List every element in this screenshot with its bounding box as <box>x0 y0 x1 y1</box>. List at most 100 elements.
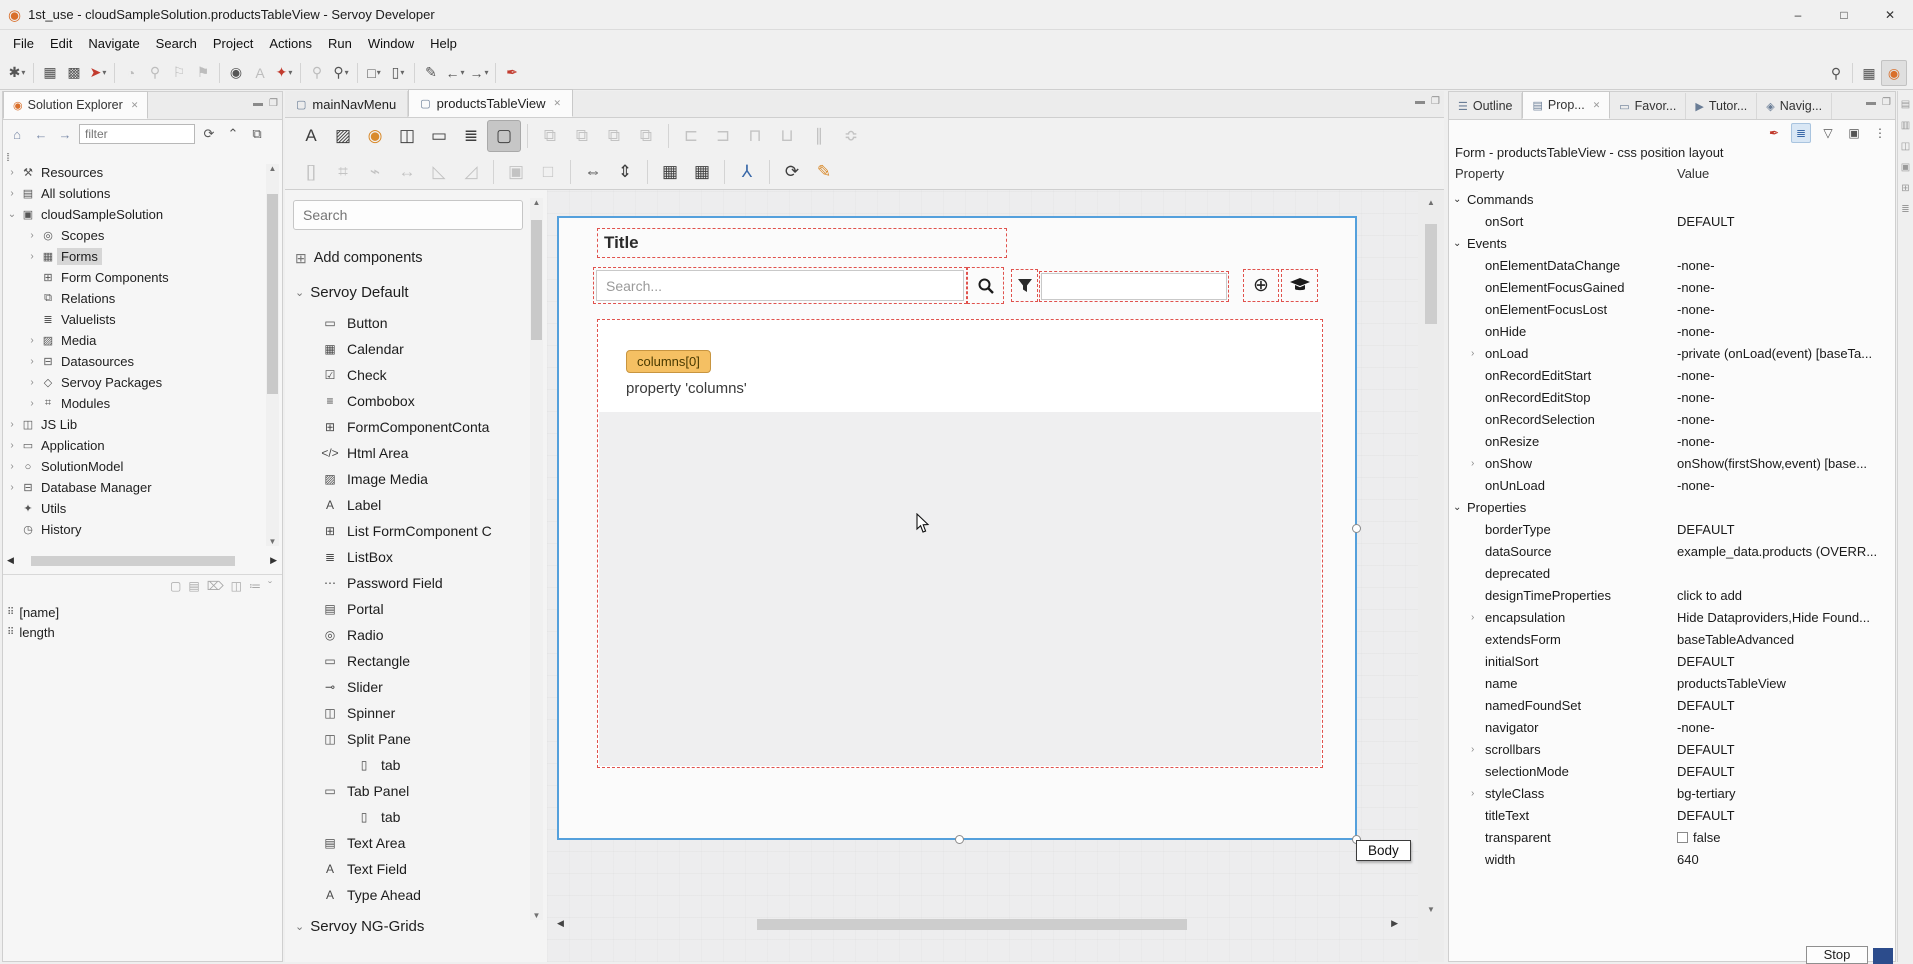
scroll-up-icon[interactable]: ▲ <box>1423 198 1439 207</box>
tree-chevron-icon[interactable]: › <box>5 440 19 451</box>
property-chevron-icon[interactable]: › <box>1471 612 1485 623</box>
design-tool-button[interactable]: A <box>295 121 327 151</box>
property-value[interactable]: click to add <box>1677 588 1742 603</box>
forward-icon[interactable]: → <box>55 122 75 146</box>
property-row[interactable]: ⌄ Properties <box>1451 496 1891 518</box>
design-tool-button[interactable]: □ <box>532 157 564 187</box>
maximize-icon[interactable]: □ <box>1821 0 1867 30</box>
form-canvas[interactable]: Title Search... ⊕ <box>557 216 1357 840</box>
property-row[interactable]: borderType DEFAULT <box>1451 518 1891 540</box>
toolbar-button[interactable]: ←▾ <box>443 61 467 85</box>
design-tool-button[interactable]: ▦ <box>654 157 686 187</box>
minimized-view-icon[interactable]: ▣ <box>1901 162 1910 173</box>
tree-item[interactable]: › ▤ All solutions <box>5 183 257 204</box>
property-row[interactable]: titleText DEFAULT <box>1451 804 1891 826</box>
property-value[interactable]: DEFAULT <box>1677 808 1735 823</box>
property-value[interactable]: baseTableAdvanced <box>1677 632 1794 647</box>
palette-item[interactable]: ▨ Image Media <box>295 466 531 492</box>
design-tool-button[interactable]: ∥ <box>803 121 835 151</box>
menu-item[interactable]: Window <box>360 33 422 54</box>
design-tool-button[interactable]: ▦ <box>686 157 718 187</box>
tree-chevron-icon[interactable]: › <box>25 335 39 346</box>
property-row[interactable]: onRecordEditStop -none- <box>1451 386 1891 408</box>
palette-section-servoy-default[interactable]: ⌄ Servoy Default <box>295 274 531 310</box>
property-column-header[interactable]: Property <box>1455 166 1677 181</box>
toolbar-button[interactable]: ⚑▾ <box>191 61 215 85</box>
list-item[interactable]: ⠿ length <box>7 622 59 642</box>
design-tool-button[interactable]: ◫ <box>391 121 423 151</box>
property-row[interactable]: extendsForm baseTableAdvanced <box>1451 628 1891 650</box>
toolbar-button[interactable]: ✒▾ <box>500 61 524 85</box>
tree-horizontal-scrollbar[interactable]: ◀ ▶ <box>5 554 279 568</box>
minimized-view-icon[interactable]: ≣ <box>1901 204 1909 215</box>
view-tab[interactable]: ▤ Prop... ✕ <box>1522 91 1610 119</box>
perspective-button[interactable]: ▦ <box>1857 61 1881 85</box>
design-tool-button[interactable]: ⌗ <box>327 157 359 187</box>
toolbar-button[interactable]: ⚲▾ <box>305 61 329 85</box>
design-tool-button[interactable] <box>769 160 770 184</box>
property-value[interactable]: -none- <box>1677 412 1715 427</box>
palette-item[interactable]: A Label <box>295 492 531 518</box>
property-value[interactable]: -none- <box>1677 302 1715 317</box>
property-chevron-icon[interactable]: › <box>1471 348 1485 359</box>
palette-item[interactable]: ⊸ Slider <box>295 674 531 700</box>
menu-item[interactable]: Edit <box>42 33 80 54</box>
tree-item[interactable]: › ◫ JS Lib <box>5 414 257 435</box>
design-tool-button[interactable] <box>527 124 528 148</box>
property-row[interactable]: onHide -none- <box>1451 320 1891 342</box>
tree-item[interactable]: ◷ History <box>5 519 257 540</box>
palette-item[interactable]: ▭ Button <box>295 310 531 336</box>
close-icon[interactable]: ✕ <box>131 100 139 111</box>
toolbar-button[interactable]: ▯▾ <box>386 61 410 85</box>
palette-item[interactable]: ◎ Radio <box>295 622 531 648</box>
canvas-horizontal-scrollbar[interactable]: ◀ ▶ <box>557 917 1398 932</box>
tab-solution-explorer[interactable]: ◉ Solution Explorer ✕ <box>3 91 148 119</box>
property-row[interactable]: ⌄ Commands <box>1451 188 1891 210</box>
property-value[interactable]: DEFAULT <box>1677 764 1735 779</box>
home-icon[interactable]: ⌂ <box>7 122 27 146</box>
property-value[interactable]: -none- <box>1677 258 1715 273</box>
toolbar-button[interactable]: ▾ <box>300 63 301 83</box>
tree-item[interactable]: ⌄ ▣ cloudSampleSolution <box>5 204 257 225</box>
toolbar-button[interactable]: ⚲▾ <box>143 61 167 85</box>
property-row[interactable]: onElementDataChange -none- <box>1451 254 1891 276</box>
palette-item[interactable]: ◫ Split Pane <box>295 726 531 752</box>
toolbar-button[interactable]: ▾ <box>114 63 115 83</box>
toolbar-button[interactable]: ✦▾ <box>272 61 296 85</box>
collapse-chevron-icon[interactable]: ˇ <box>268 579 272 593</box>
filter-icon[interactable]: ▽ <box>1819 124 1837 142</box>
property-value[interactable]: -none- <box>1677 434 1715 449</box>
property-value[interactable]: -none- <box>1677 324 1715 339</box>
design-tool-button[interactable]: [] <box>295 157 327 187</box>
palette-item[interactable]: ▭ Rectangle <box>295 648 531 674</box>
context-action-icon[interactable]: ▢ <box>170 579 181 593</box>
tree-chevron-icon[interactable]: › <box>25 356 39 367</box>
tree-chevron-icon[interactable]: › <box>5 167 19 178</box>
perspective-button[interactable]: ⚲ <box>1824 61 1848 85</box>
property-value[interactable]: DEFAULT <box>1677 522 1735 537</box>
form-part-label-body[interactable]: Body <box>1356 840 1411 861</box>
toolbar-button[interactable]: ▾ <box>33 63 34 83</box>
palette-scrollbar[interactable]: ▲ ▼ <box>530 198 543 920</box>
tree-item[interactable]: ✦ Utils <box>5 498 257 519</box>
design-tool-button[interactable]: ⟳ <box>776 157 808 187</box>
design-tool-button[interactable]: ↔ <box>391 157 423 187</box>
design-tool-button[interactable]: ⇔ <box>577 157 609 187</box>
toolbar-button[interactable]: ✎▾ <box>419 61 443 85</box>
form-title-label[interactable]: Title <box>597 228 1007 258</box>
perspective-button[interactable]: ◉ <box>1881 60 1907 86</box>
property-chevron-icon[interactable]: ⌄ <box>1453 502 1467 513</box>
property-row[interactable]: initialSort DEFAULT <box>1451 650 1891 672</box>
tree-item[interactable]: › ⚒ Resources <box>5 162 257 183</box>
property-value[interactable]: -private (onLoad(event) [baseTa... <box>1677 346 1872 361</box>
tree-vertical-scrollbar[interactable]: ▲ ▼ <box>266 164 279 546</box>
property-row[interactable]: navigator -none- <box>1451 716 1891 738</box>
property-row[interactable]: ⌄ Events <box>1451 232 1891 254</box>
new-form-icon[interactable]: ◫ <box>231 579 242 593</box>
scroll-up-icon[interactable]: ▲ <box>530 198 543 207</box>
menu-item[interactable]: File <box>5 33 42 54</box>
property-chevron-icon[interactable]: › <box>1471 744 1485 755</box>
tree-item[interactable]: ⊞ Form Components <box>5 267 257 288</box>
property-value[interactable]: DEFAULT <box>1677 214 1735 229</box>
property-value[interactable]: -none- <box>1677 280 1715 295</box>
